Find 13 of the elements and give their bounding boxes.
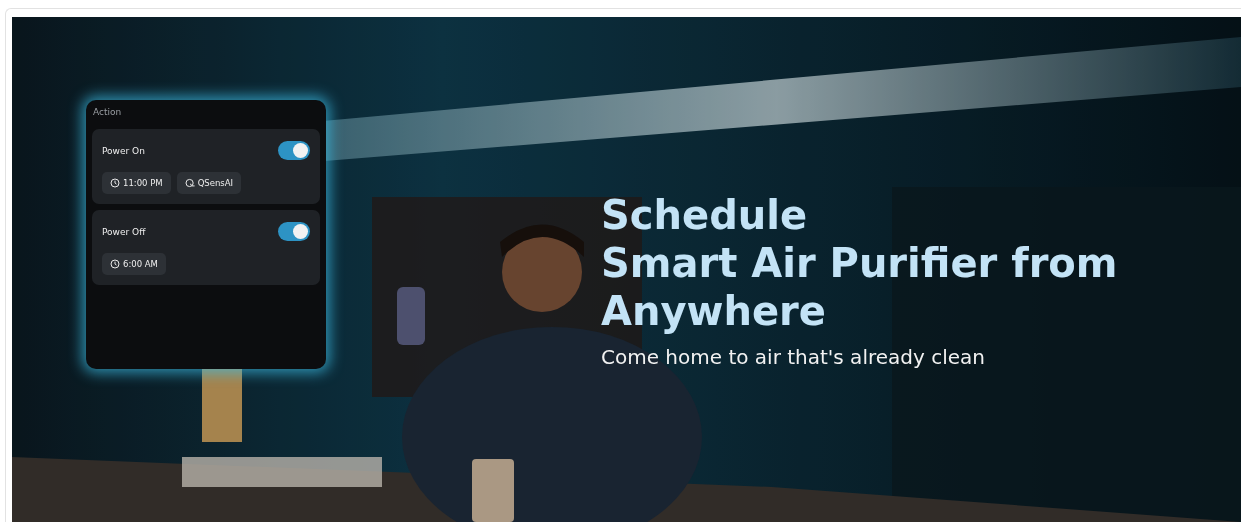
schedule-chip[interactable]: 6:00 AM bbox=[102, 253, 166, 275]
schedule-chip[interactable]: 11:00 PM bbox=[102, 172, 171, 194]
subtitle: Come home to air that's already clean bbox=[601, 345, 986, 369]
schedule-chip[interactable]: QSensAI bbox=[176, 172, 242, 194]
clock-icon bbox=[110, 259, 120, 269]
action-label: Power On bbox=[102, 145, 145, 156]
card-title: Action bbox=[92, 106, 123, 119]
action-label: Power Off bbox=[102, 226, 146, 237]
toggle-switch[interactable] bbox=[278, 141, 310, 160]
headline: Schedule Smart Air Purifier from Anywhere bbox=[601, 191, 1118, 335]
clock-icon bbox=[110, 178, 120, 188]
toggle-switch[interactable] bbox=[278, 222, 310, 241]
sensor-icon bbox=[184, 178, 195, 188]
